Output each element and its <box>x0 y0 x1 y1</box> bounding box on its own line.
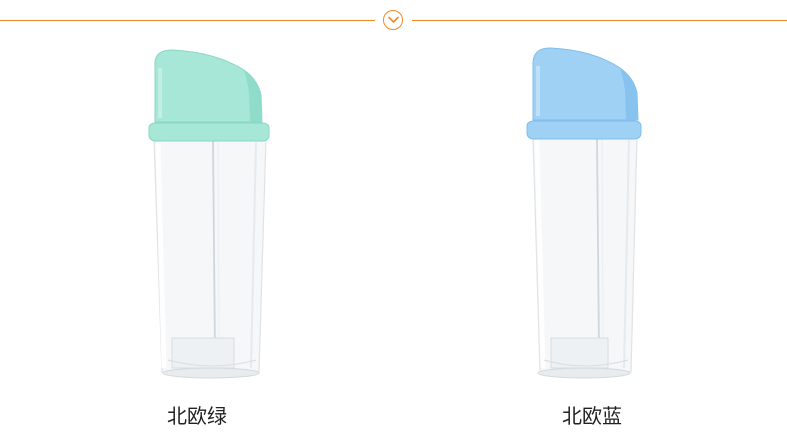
product-card-green[interactable]: 北欧绿 <box>0 0 393 442</box>
bottle-image-green <box>148 49 270 379</box>
bottle-image-blue <box>526 47 642 379</box>
product-card-blue[interactable]: 北欧蓝 <box>394 0 787 442</box>
cap-top-green <box>154 49 263 123</box>
cap-collar-blue <box>526 120 642 140</box>
cap-top-blue <box>532 47 639 121</box>
cap-collar-green <box>148 122 270 142</box>
product-color-label: 北欧绿 <box>167 404 227 428</box>
product-color-label: 北欧蓝 <box>562 404 622 428</box>
